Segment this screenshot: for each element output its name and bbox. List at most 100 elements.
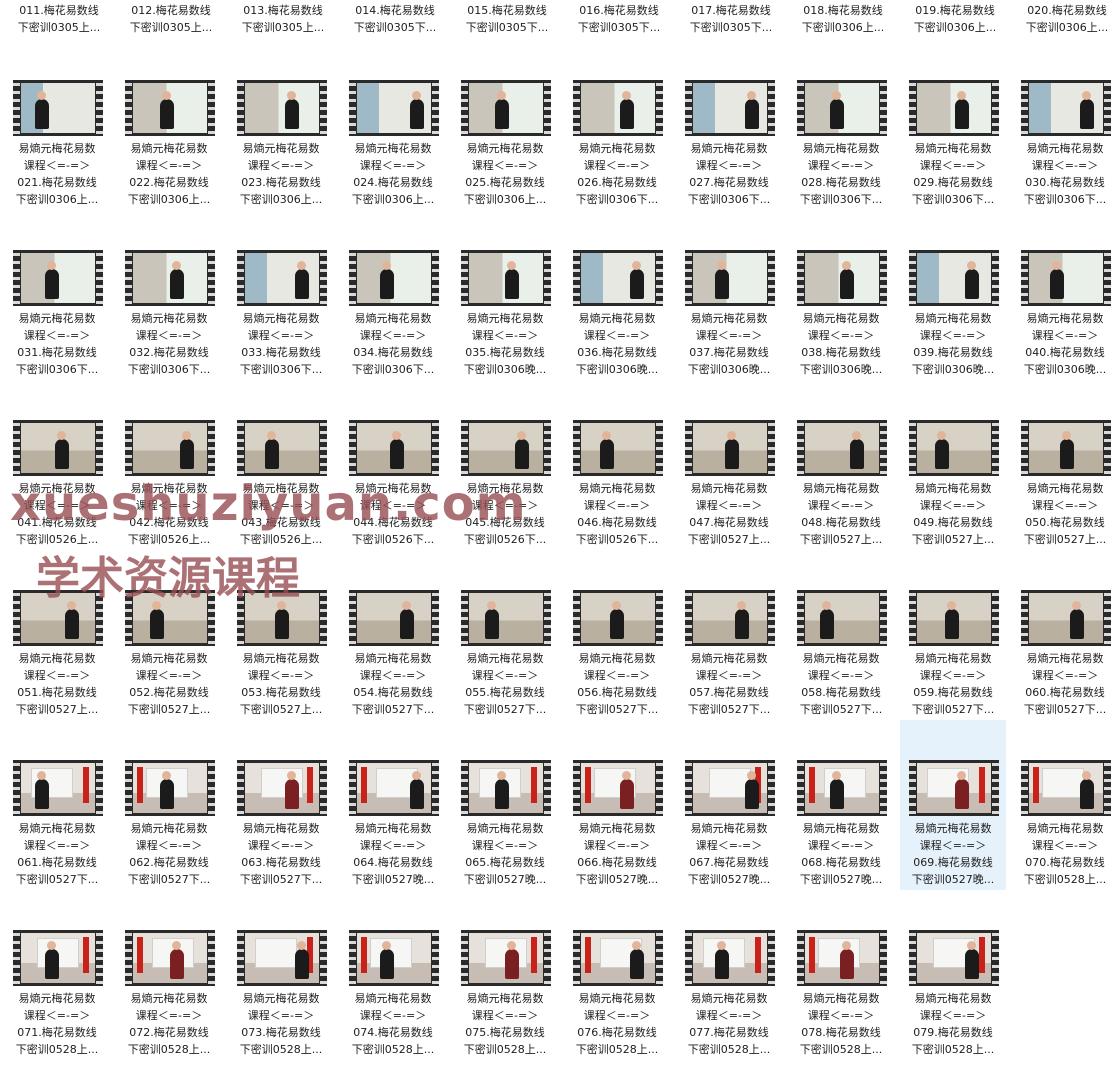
file-item[interactable]: 易熵元梅花易数 课程＜=-=＞ 062.梅花易数线 下密训0527下... <box>116 720 222 890</box>
file-name-line: 易熵元梅花易数 <box>130 312 208 325</box>
file-item[interactable]: 014.梅花易数线 下密训0305下... <box>342 0 448 40</box>
file-item[interactable]: 易熵元梅花易数 课程＜=-=＞ 067.梅花易数线 下密训0527晚... <box>676 720 782 890</box>
file-item[interactable]: 易熵元梅花易数 课程＜=-=＞ 046.梅花易数线 下密训0526下... <box>564 380 670 550</box>
file-item[interactable]: 易熵元梅花易数 课程＜=-=＞ 049.梅花易数线 下密训0527上... <box>900 380 1006 550</box>
file-item[interactable]: 易熵元梅花易数 课程＜=-=＞ 037.梅花易数线 下密训0306晚... <box>676 210 782 380</box>
file-item[interactable]: 易熵元梅花易数 课程＜=-=＞ 041.梅花易数线 下密训0526上... <box>4 380 110 550</box>
thumbnail-frame <box>805 83 879 133</box>
file-name-line: 课程＜=-=＞ <box>247 159 315 172</box>
file-name-line: 下密训0528上... <box>687 1043 771 1056</box>
file-item[interactable]: 易熵元梅花易数 课程＜=-=＞ 079.梅花易数线 下密训0528上... <box>900 890 1006 1060</box>
file-item[interactable]: 易熵元梅花易数 课程＜=-=＞ 044.梅花易数线 下密训0526下... <box>340 380 446 550</box>
file-item[interactable]: 易熵元梅花易数 课程＜=-=＞ 072.梅花易数线 下密训0528上... <box>116 890 222 1060</box>
file-name: 易熵元梅花易数 课程＜=-=＞ 050.梅花易数线 下密训0527上... <box>1012 480 1118 548</box>
file-item[interactable]: 易熵元梅花易数 课程＜=-=＞ 028.梅花易数线 下密训0306下... <box>788 40 894 210</box>
file-item[interactable]: 易熵元梅花易数 课程＜=-=＞ 065.梅花易数线 下密训0527晚... <box>452 720 558 890</box>
file-item[interactable]: 易熵元梅花易数 课程＜=-=＞ 061.梅花易数线 下密训0527下... <box>4 720 110 890</box>
file-item[interactable]: 易熵元梅花易数 课程＜=-=＞ 045.梅花易数线 下密训0526下... <box>452 380 558 550</box>
file-item[interactable]: 易熵元梅花易数 课程＜=-=＞ 025.梅花易数线 下密训0306上... <box>452 40 558 210</box>
file-name-line: 课程＜=-=＞ <box>471 329 539 342</box>
file-name-line: 下密训0527下... <box>239 873 323 886</box>
file-name: 易熵元梅花易数 课程＜=-=＞ 023.梅花易数线 下密训0306上... <box>228 140 334 208</box>
file-item[interactable]: 易熵元梅花易数 课程＜=-=＞ 074.梅花易数线 下密训0528上... <box>340 890 446 1060</box>
file-item[interactable]: 易熵元梅花易数 课程＜=-=＞ 056.梅花易数线 下密训0527下... <box>564 550 670 720</box>
file-name-line: 下密训0527晚... <box>463 873 547 886</box>
film-strip-right-icon <box>208 590 215 646</box>
file-item[interactable]: 015.梅花易数线 下密训0305下... <box>454 0 560 40</box>
file-item[interactable]: 易熵元梅花易数 课程＜=-=＞ 055.梅花易数线 下密训0527下... <box>452 550 558 720</box>
file-item[interactable]: 易熵元梅花易数 课程＜=-=＞ 031.梅花易数线 下密训0306下... <box>4 210 110 380</box>
file-item[interactable]: 017.梅花易数线 下密训0305下... <box>678 0 784 40</box>
film-strip-right-icon <box>992 80 999 136</box>
file-item[interactable]: 易熵元梅花易数 课程＜=-=＞ 058.梅花易数线 下密训0527下... <box>788 550 894 720</box>
file-item[interactable]: 016.梅花易数线 下密训0305下... <box>566 0 672 40</box>
file-name-line: 下密训0527晚... <box>351 873 435 886</box>
file-name-line: 下密训0527晚... <box>687 873 771 886</box>
file-item[interactable]: 易熵元梅花易数 课程＜=-=＞ 040.梅花易数线 下密训0306晚... <box>1012 210 1118 380</box>
film-strip-left-icon <box>13 930 20 986</box>
file-item[interactable]: 易熵元梅花易数 课程＜=-=＞ 078.梅花易数线 下密训0528上... <box>788 890 894 1060</box>
file-item[interactable]: 易熵元梅花易数 课程＜=-=＞ 038.梅花易数线 下密训0306晚... <box>788 210 894 380</box>
video-thumbnail <box>797 250 887 306</box>
film-strip-right-icon <box>544 250 551 306</box>
file-item[interactable]: 易熵元梅花易数 课程＜=-=＞ 039.梅花易数线 下密训0306晚... <box>900 210 1006 380</box>
file-name-line: 下密训0306晚... <box>911 363 995 376</box>
thumbnail-frame <box>581 83 655 133</box>
file-item[interactable]: 易熵元梅花易数 课程＜=-=＞ 050.梅花易数线 下密训0527上... <box>1012 380 1118 550</box>
file-item[interactable]: 易熵元梅花易数 课程＜=-=＞ 021.梅花易数线 下密训0306上... <box>4 40 110 210</box>
file-item[interactable]: 易熵元梅花易数 课程＜=-=＞ 070.梅花易数线 下密训0528上... <box>1012 720 1118 890</box>
video-thumbnail <box>909 760 999 816</box>
file-item[interactable]: 易熵元梅花易数 课程＜=-=＞ 060.梅花易数线 下密训0527下... <box>1012 550 1118 720</box>
file-item[interactable]: 易熵元梅花易数 课程＜=-=＞ 064.梅花易数线 下密训0527晚... <box>340 720 446 890</box>
file-item[interactable]: 易熵元梅花易数 课程＜=-=＞ 053.梅花易数线 下密训0527上... <box>228 550 334 720</box>
film-strip-right-icon <box>880 80 887 136</box>
file-item[interactable]: 易熵元梅花易数 课程＜=-=＞ 047.梅花易数线 下密训0527上... <box>676 380 782 550</box>
file-item[interactable]: 易熵元梅花易数 课程＜=-=＞ 043.梅花易数线 下密训0526上... <box>228 380 334 550</box>
file-item[interactable]: 易熵元梅花易数 课程＜=-=＞ 069.梅花易数线 下密训0527晚... <box>900 720 1006 890</box>
file-item[interactable]: 易熵元梅花易数 课程＜=-=＞ 057.梅花易数线 下密训0527下... <box>676 550 782 720</box>
file-item[interactable]: 易熵元梅花易数 课程＜=-=＞ 048.梅花易数线 下密训0527上... <box>788 380 894 550</box>
file-item[interactable]: 易熵元梅花易数 课程＜=-=＞ 052.梅花易数线 下密训0527上... <box>116 550 222 720</box>
film-strip-left-icon <box>461 420 468 476</box>
file-item[interactable]: 易熵元梅花易数 课程＜=-=＞ 054.梅花易数线 下密训0527下... <box>340 550 446 720</box>
file-item[interactable]: 易熵元梅花易数 课程＜=-=＞ 035.梅花易数线 下密训0306晚... <box>452 210 558 380</box>
file-item[interactable]: 易熵元梅花易数 课程＜=-=＞ 032.梅花易数线 下密训0306下... <box>116 210 222 380</box>
file-item[interactable]: 019.梅花易数线 下密训0306上... <box>902 0 1008 40</box>
file-item[interactable]: 易熵元梅花易数 课程＜=-=＞ 075.梅花易数线 下密训0528上... <box>452 890 558 1060</box>
file-item[interactable]: 易熵元梅花易数 课程＜=-=＞ 063.梅花易数线 下密训0527下... <box>228 720 334 890</box>
file-item[interactable]: 易熵元梅花易数 课程＜=-=＞ 076.梅花易数线 下密训0528上... <box>564 890 670 1060</box>
file-name-line: 易熵元梅花易数 <box>802 482 880 495</box>
file-item[interactable]: 易熵元梅花易数 课程＜=-=＞ 034.梅花易数线 下密训0306下... <box>340 210 446 380</box>
file-item[interactable]: 易熵元梅花易数 课程＜=-=＞ 066.梅花易数线 下密训0527晚... <box>564 720 670 890</box>
file-item[interactable]: 易熵元梅花易数 课程＜=-=＞ 023.梅花易数线 下密训0306上... <box>228 40 334 210</box>
file-item[interactable]: 018.梅花易数线 下密训0306上... <box>790 0 896 40</box>
thumbnail-frame <box>917 83 991 133</box>
file-name-line: 022.梅花易数线 <box>129 176 209 189</box>
file-name: 易熵元梅花易数 课程＜=-=＞ 026.梅花易数线 下密训0306下... <box>564 140 670 208</box>
thumbnail-frame <box>357 933 431 983</box>
file-item[interactable]: 020.梅花易数线 下密训0306上... <box>1014 0 1120 40</box>
film-strip-left-icon <box>797 930 804 986</box>
file-item[interactable]: 易熵元梅花易数 课程＜=-=＞ 073.梅花易数线 下密训0528上... <box>228 890 334 1060</box>
video-thumbnail <box>909 250 999 306</box>
file-item[interactable]: 013.梅花易数线 下密训0305上... <box>230 0 336 40</box>
file-item[interactable]: 易熵元梅花易数 课程＜=-=＞ 068.梅花易数线 下密训0527晚... <box>788 720 894 890</box>
file-item[interactable]: 易熵元梅花易数 课程＜=-=＞ 051.梅花易数线 下密训0527上... <box>4 550 110 720</box>
file-item[interactable]: 易熵元梅花易数 课程＜=-=＞ 022.梅花易数线 下密训0306上... <box>116 40 222 210</box>
file-item[interactable]: 易熵元梅花易数 课程＜=-=＞ 071.梅花易数线 下密训0528上... <box>4 890 110 1060</box>
file-item[interactable]: 易熵元梅花易数 课程＜=-=＞ 036.梅花易数线 下密训0306晚... <box>564 210 670 380</box>
file-item[interactable]: 易熵元梅花易数 课程＜=-=＞ 026.梅花易数线 下密训0306下... <box>564 40 670 210</box>
file-item[interactable]: 易熵元梅花易数 课程＜=-=＞ 027.梅花易数线 下密训0306下... <box>676 40 782 210</box>
file-item[interactable]: 011.梅花易数线 下密训0305上... <box>6 0 112 40</box>
file-item[interactable]: 易熵元梅花易数 课程＜=-=＞ 042.梅花易数线 下密训0526上... <box>116 380 222 550</box>
file-item[interactable]: 易熵元梅花易数 课程＜=-=＞ 059.梅花易数线 下密训0527下... <box>900 550 1006 720</box>
file-item[interactable]: 易熵元梅花易数 课程＜=-=＞ 024.梅花易数线 下密训0306上... <box>340 40 446 210</box>
file-name-line: 021.梅花易数线 <box>17 176 97 189</box>
file-item[interactable]: 易熵元梅花易数 课程＜=-=＞ 033.梅花易数线 下密训0306下... <box>228 210 334 380</box>
file-item[interactable]: 012.梅花易数线 下密训0305上... <box>118 0 224 40</box>
file-item[interactable]: 易熵元梅花易数 课程＜=-=＞ 077.梅花易数线 下密训0528上... <box>676 890 782 1060</box>
film-strip-right-icon <box>656 250 663 306</box>
file-name-line: 课程＜=-=＞ <box>135 329 203 342</box>
file-item[interactable]: 易熵元梅花易数 课程＜=-=＞ 029.梅花易数线 下密训0306下... <box>900 40 1006 210</box>
file-item[interactable]: 易熵元梅花易数 课程＜=-=＞ 030.梅花易数线 下密训0306下... <box>1012 40 1118 210</box>
